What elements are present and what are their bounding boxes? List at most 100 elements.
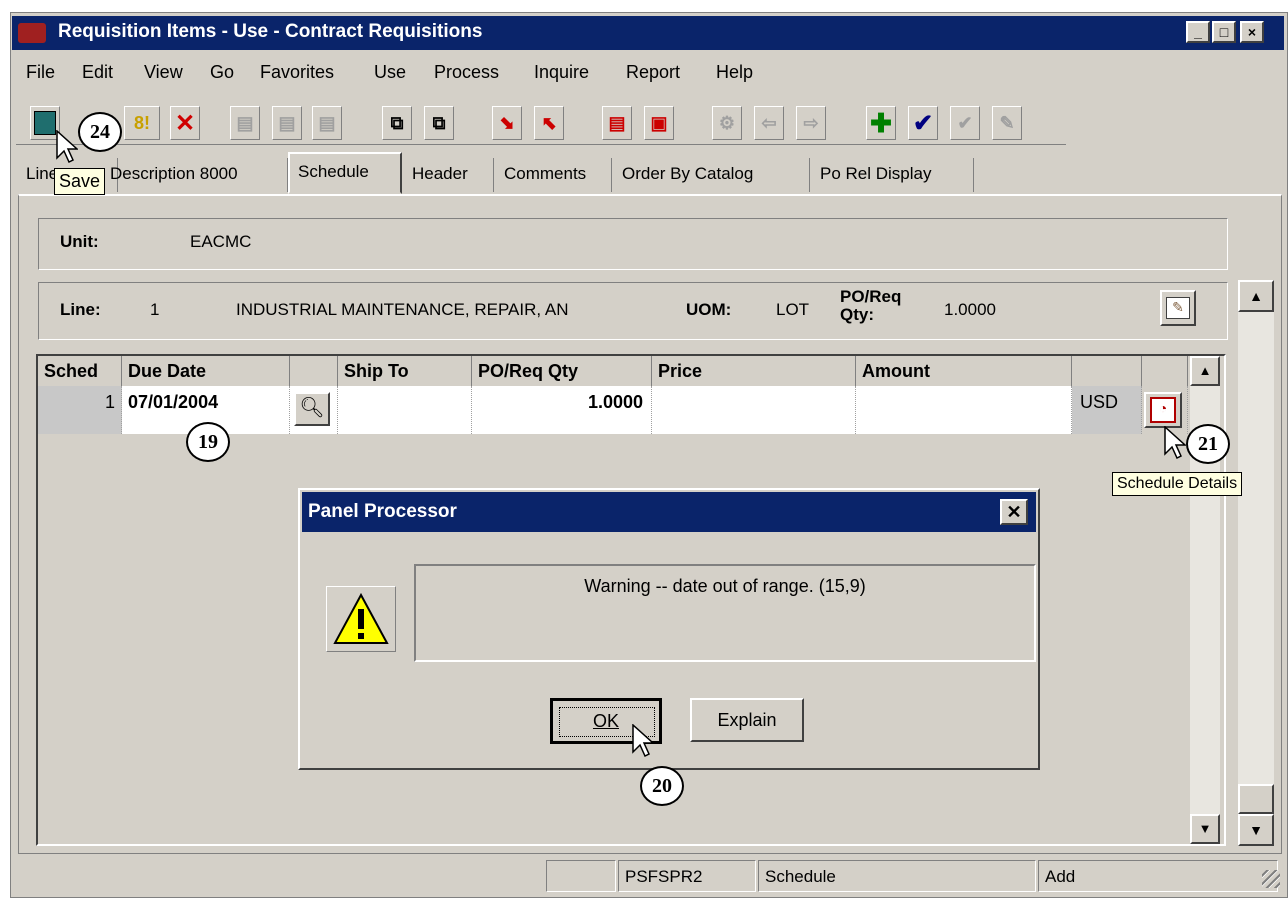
col-qty-header[interactable]: PO/Req Qty bbox=[472, 356, 652, 386]
maximize-button[interactable]: □ bbox=[1212, 21, 1236, 43]
menu-help[interactable]: Help bbox=[716, 62, 753, 83]
menu-report[interactable]: Report bbox=[626, 62, 680, 83]
col-sched-header[interactable]: Sched bbox=[38, 356, 122, 386]
line-label: Line: bbox=[60, 300, 101, 319]
red-x-icon: ✕ bbox=[174, 109, 196, 137]
insert-line-icon: ▤ bbox=[608, 112, 626, 133]
tab-header[interactable]: Header bbox=[404, 158, 494, 192]
status-cell-panel: Schedule bbox=[758, 860, 1036, 892]
ship-to-input[interactable] bbox=[338, 386, 472, 434]
col-lookup-header bbox=[290, 356, 338, 386]
status-cell-mode: Add bbox=[1038, 860, 1278, 892]
line-detail-button[interactable]: ✎ bbox=[1160, 290, 1196, 326]
menu-go[interactable]: Go bbox=[210, 62, 234, 83]
amount-input[interactable] bbox=[856, 386, 1072, 434]
dialog-message: Warning -- date out of range. (15,9) bbox=[584, 576, 866, 596]
outer-scroll-down-button[interactable]: ▼ bbox=[1238, 814, 1274, 846]
save-tooltip: Save bbox=[54, 168, 106, 195]
arrow-up-icon: ▲ bbox=[1249, 288, 1263, 304]
outer-scroll-thumb[interactable] bbox=[1238, 784, 1274, 814]
insert-line-button[interactable]: ▤ bbox=[602, 106, 632, 140]
col-due-date-header[interactable]: Due Date bbox=[122, 356, 290, 386]
tab-description-label: Description 8000 bbox=[110, 164, 238, 183]
windows-alt-icon: ⧉ bbox=[432, 112, 446, 133]
col-ship-to-header[interactable]: Ship To bbox=[338, 356, 472, 386]
uom-value: LOT bbox=[776, 300, 810, 319]
back-button[interactable]: ⇦ bbox=[754, 106, 784, 140]
insert-row2-button[interactable]: ▤ bbox=[272, 106, 302, 140]
delete-button[interactable]: ✕ bbox=[170, 106, 200, 140]
unit-value: EACMC bbox=[190, 232, 252, 251]
cursor-arrow-icon bbox=[632, 724, 654, 758]
title-bar: Requisition Items - Use - Contract Requi… bbox=[12, 16, 1284, 50]
grid-scroll-up-button[interactable]: ▲ bbox=[1190, 356, 1220, 386]
schedule-details-button[interactable]: ◔ bbox=[1144, 392, 1182, 428]
price-input[interactable] bbox=[652, 386, 856, 434]
col-price-header[interactable]: Price bbox=[652, 356, 856, 386]
explain-button[interactable]: Explain bbox=[690, 698, 804, 742]
status-cell-component: PSFSPR2 bbox=[618, 860, 756, 892]
correction-button[interactable]: ✎ bbox=[992, 106, 1022, 140]
lookup-cell: 🔍︎ bbox=[290, 386, 338, 434]
delete-line-icon: ▣ bbox=[650, 112, 668, 133]
prev-in-list-button[interactable]: ⬉ bbox=[534, 106, 564, 140]
gear-button[interactable]: ⚙ bbox=[712, 106, 742, 140]
dialog-close-button[interactable]: ✕ bbox=[1000, 499, 1028, 525]
tab-po-rel-display[interactable]: Po Rel Display bbox=[812, 158, 974, 192]
menu-edit[interactable]: Edit bbox=[82, 62, 113, 83]
outer-scrollbar[interactable] bbox=[1238, 280, 1274, 846]
menu-use[interactable]: Use bbox=[374, 62, 406, 83]
floppy-disk-icon bbox=[34, 111, 56, 135]
col-amount-header[interactable]: Amount bbox=[856, 356, 1072, 386]
qty-input[interactable]: 1.0000 bbox=[472, 386, 652, 434]
callout-19: 19 bbox=[186, 422, 230, 462]
checkmark-icon: ✔ bbox=[912, 109, 934, 137]
delete-line-button[interactable]: ▣ bbox=[644, 106, 674, 140]
outer-scroll-up-button[interactable]: ▲ bbox=[1238, 280, 1274, 312]
dialog-title-bar: Panel Processor ✕ bbox=[302, 492, 1036, 532]
currency-cell: USD bbox=[1072, 386, 1142, 434]
col-details-header bbox=[1142, 356, 1188, 386]
menu-file[interactable]: File bbox=[26, 62, 55, 83]
menu-favorites[interactable]: Favorites bbox=[260, 62, 334, 83]
sched-cell: 1 bbox=[38, 386, 122, 434]
tab-description[interactable]: Description 8000 bbox=[102, 158, 288, 192]
check-plus-icon: ✔ bbox=[957, 112, 973, 133]
menu-view[interactable]: View bbox=[144, 62, 183, 83]
tab-po-rel-display-label: Po Rel Display bbox=[820, 164, 932, 183]
line-description: INDUSTRIAL MAINTENANCE, REPAIR, AN bbox=[236, 300, 569, 319]
menu-process[interactable]: Process bbox=[434, 62, 499, 83]
gear-icon: ⚙ bbox=[718, 112, 736, 133]
tab-comments[interactable]: Comments bbox=[496, 158, 612, 192]
update-button[interactable]: ✔ bbox=[908, 106, 938, 140]
warning-icon bbox=[333, 592, 389, 644]
schedule-details-icon: ◔ bbox=[1150, 397, 1176, 423]
cursor-arrow-icon bbox=[56, 130, 78, 164]
forward-button[interactable]: ⇨ bbox=[796, 106, 826, 140]
col-currency-header bbox=[1072, 356, 1142, 386]
resize-grip-icon[interactable] bbox=[1262, 870, 1280, 888]
qty-label: PO/Req Qty: bbox=[840, 287, 902, 324]
cursor-arrow-icon bbox=[1164, 426, 1186, 460]
prev-panel-button[interactable]: ⧉ bbox=[382, 106, 412, 140]
insert-row-alt-icon: ▤ bbox=[278, 112, 296, 133]
close-button[interactable]: × bbox=[1240, 21, 1264, 43]
insert-row-button[interactable]: ▤ bbox=[230, 106, 260, 140]
minimize-button[interactable]: _ bbox=[1186, 21, 1210, 43]
list-icon: ▤ bbox=[318, 112, 336, 133]
menu-inquire[interactable]: Inquire bbox=[534, 62, 589, 83]
next-in-list-button[interactable]: ⬊ bbox=[492, 106, 522, 140]
grid-scroll-down-button[interactable]: ▼ bbox=[1190, 814, 1220, 844]
uom-label: UOM: bbox=[686, 300, 732, 319]
qty-value: 1.0000 bbox=[944, 300, 996, 319]
add-button[interactable]: ✚ bbox=[866, 106, 896, 140]
tab-schedule[interactable]: Schedule bbox=[288, 152, 402, 194]
list-button[interactable]: ▤ bbox=[312, 106, 342, 140]
insert-row-icon: ▤ bbox=[236, 112, 254, 133]
arrow-up-icon: ▲ bbox=[1198, 363, 1212, 378]
tab-order-by-catalog[interactable]: Order By Catalog bbox=[614, 158, 810, 192]
next-panel-button[interactable]: ⧉ bbox=[424, 106, 454, 140]
lookup-button[interactable]: 🔍︎ bbox=[294, 392, 330, 426]
traffic-light-button[interactable]: 8! bbox=[124, 106, 160, 140]
update-display-all-button[interactable]: ✔ bbox=[950, 106, 980, 140]
